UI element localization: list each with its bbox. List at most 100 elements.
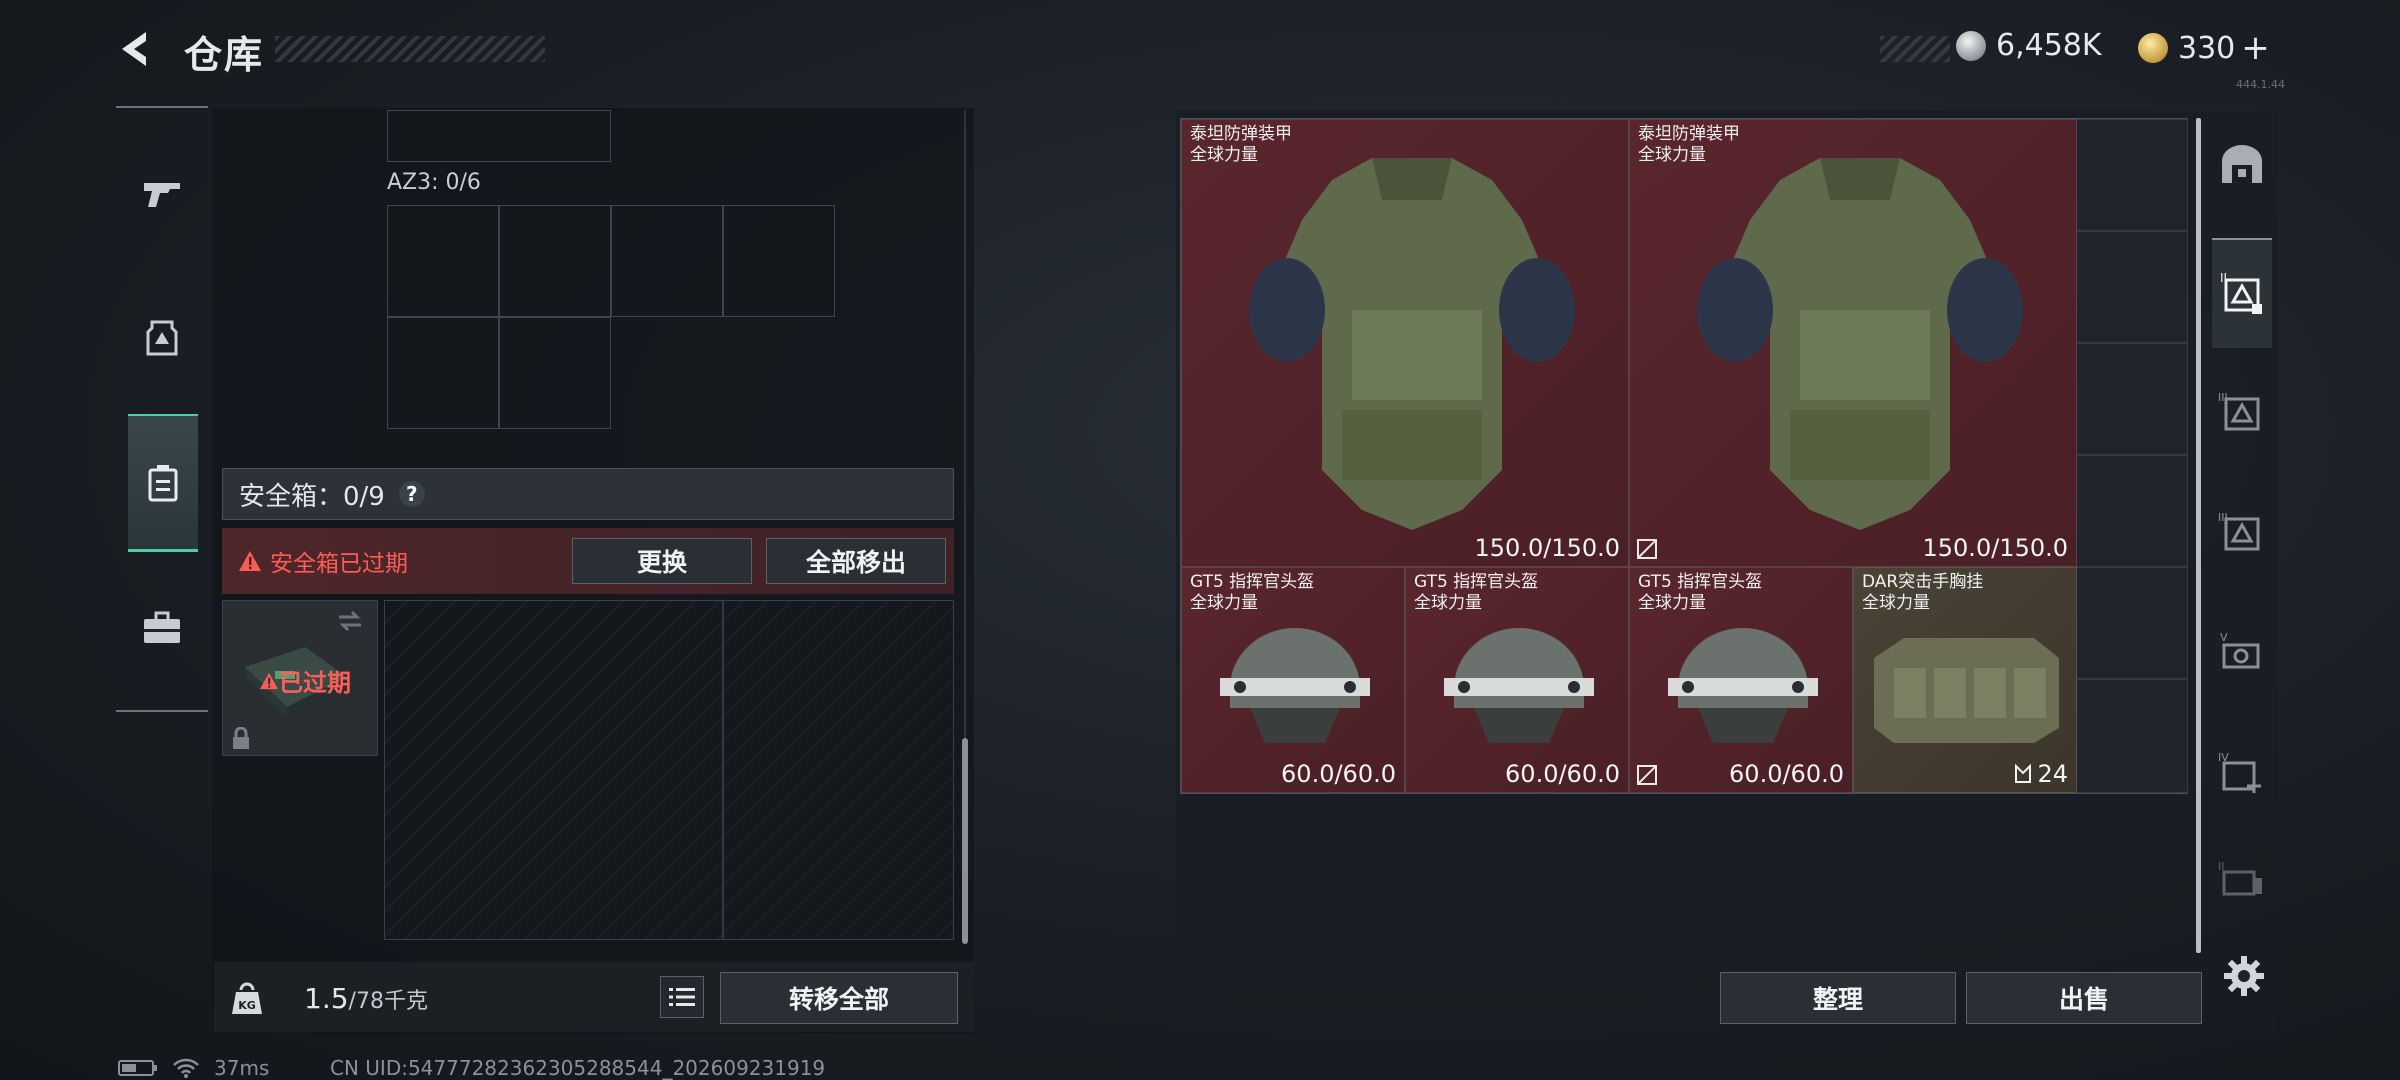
uid-label: CN UID:5477728236230528854​4_20260923191… [330,1056,826,1080]
help-icon[interactable]: ? [398,481,425,507]
sell-button[interactable]: 出售 [1966,972,2202,1024]
wifi-icon [173,1058,199,1078]
silver-coin-icon [1956,30,1986,61]
weight-value: 1.5/78千克 [304,982,428,1015]
item-slot-helmet[interactable]: GT5 指挥官头盔 全球力量 60.0/60.0 [1629,567,1853,793]
tab-V[interactable]: V [2212,598,2272,708]
item-capacity: 24 [2013,760,2068,788]
body-armor-icon [1249,158,1575,530]
replace-button[interactable]: 更换 [572,538,752,584]
tab-II[interactable]: II [2212,238,2272,348]
weapon-icon [144,183,180,207]
az3-slot[interactable] [723,205,835,317]
version-label: 444.1.44 [2236,78,2285,91]
add-currency-icon[interactable]: + [2241,28,2270,68]
item-durability: 60.0/60.0 [1729,760,1844,788]
warehouse-scrollbar[interactable] [2196,118,2201,953]
item-durability: 60.0/60.0 [1281,760,1396,788]
az3-slot[interactable] [499,317,611,429]
no-insure-icon [1637,765,1657,785]
page-title: 仓库 [184,33,265,77]
safe-box-grid[interactable] [384,600,954,940]
safe-case-slot[interactable]: 已过期 [222,600,378,756]
item-slot-helmet[interactable]: GT5 指挥官头盔 全球力量 60.0/60.0 [1181,567,1405,793]
tab-extra[interactable]: II [2212,838,2272,918]
category-weapon[interactable] [116,124,208,264]
tab-storage-home[interactable] [2212,120,2272,210]
tab-III-b[interactable]: III [2212,478,2272,588]
currency-primary[interactable]: 6,458K [1956,28,2102,63]
storage-home-icon [2222,145,2262,183]
prev-slot[interactable] [387,110,611,162]
item-durability: 60.0/60.0 [1505,760,1620,788]
back-arrow-icon [122,32,146,66]
item-slot-armor[interactable]: 泰坦防弹装甲 全球力量 150.0/150.0 [1629,119,2077,567]
expired-warning: 安全箱已过期 [238,544,408,578]
transfer-all-button[interactable]: 转移全部 [720,972,958,1024]
category-backpack[interactable] [128,414,198,552]
helmet-icon [1668,628,1818,743]
capacity-icon [2015,764,2032,783]
item-slot-chest-rig[interactable]: DAR突击手胸挂 全球力量 24 [1853,567,2077,793]
gold-coin-icon [2138,33,2168,63]
weight-max: /78千克 [348,989,428,1014]
warning-icon [260,672,278,689]
item-durability: 150.0/150.0 [1922,534,2069,562]
az3-slot[interactable] [499,205,611,317]
tab-IV-icon: IV [2218,751,2261,793]
container-scrollbar[interactable] [962,738,968,944]
az3-slot[interactable] [387,317,499,429]
currency-secondary-value: 330 [2178,30,2236,66]
ping-value: 37ms [214,1056,270,1080]
backpack-icon [148,464,178,501]
svg-text:V: V [2220,631,2228,644]
swap-icon [339,610,361,632]
currency-secondary[interactable]: 330 + [2138,28,2270,68]
title-decoration [275,36,545,62]
list-view-button[interactable] [660,976,704,1018]
warning-icon [239,551,261,571]
capacity-value: 24 [2037,760,2068,788]
no-insure-icon [1637,539,1657,559]
item-durability: 150.0/150.0 [1474,534,1621,562]
status-bar: 37ms [118,1056,269,1080]
item-slot-helmet[interactable]: GT5 指挥官头盔 全球力量 60.0/60.0 [1405,567,1629,793]
safe-box-header: 安全箱：0/9 ? [222,468,954,520]
svg-text:KG: KG [238,999,256,1012]
az3-label: AZ3: 0/6 [387,170,481,195]
az3-slot[interactable] [387,205,499,317]
expired-warning-text: 安全箱已过期 [270,551,408,577]
tab-III-b-icon: III [2218,511,2260,551]
currency-primary-value: 6,458K [1996,28,2102,63]
safe-box-label: 安全箱：0/9 [239,481,385,512]
tab-IV[interactable]: IV [2212,718,2272,828]
lock-icon [233,727,249,749]
case-expired-tag: 已过期 [259,663,351,698]
body-armor-icon [1697,158,2023,530]
safe-box-divider [722,600,724,940]
currency-decoration [1880,36,1950,62]
tab-III-icon: III [2218,391,2260,431]
list-icon [669,988,695,1006]
armor-icon [146,320,178,356]
tab-III[interactable]: III [2212,358,2272,468]
helmet-icon [1444,628,1594,743]
move-all-button[interactable]: 全部移出 [766,538,946,584]
helmet-icon [1220,628,1370,743]
item-slot-armor[interactable]: 泰坦防弹装甲 全球力量 150.0/150.0 [1181,119,1629,567]
category-armor[interactable] [116,268,208,408]
weight-current: 1.5 [304,982,349,1015]
tab-extra-icon: II [2218,860,2262,896]
warehouse-grid[interactable]: 泰坦防弹装甲 全球力量 150.0/150.0 泰坦防弹装甲 全球力量 150.0/… [1180,118,2188,794]
category-nav [116,106,208,712]
chest-rig-icon [1874,638,2059,743]
kg-icon: KG [232,982,262,1014]
item-name: DAR突击手胸挂 全球力量 [1862,572,1984,613]
case-expired-text: 已过期 [279,669,351,697]
tab-V-icon: V [2220,631,2260,669]
settings-gear-icon[interactable] [2222,954,2266,998]
category-toolbox[interactable] [116,558,208,698]
back-button[interactable] [112,24,162,74]
az3-slot[interactable] [611,205,723,317]
sort-button[interactable]: 整理 [1720,972,1956,1024]
